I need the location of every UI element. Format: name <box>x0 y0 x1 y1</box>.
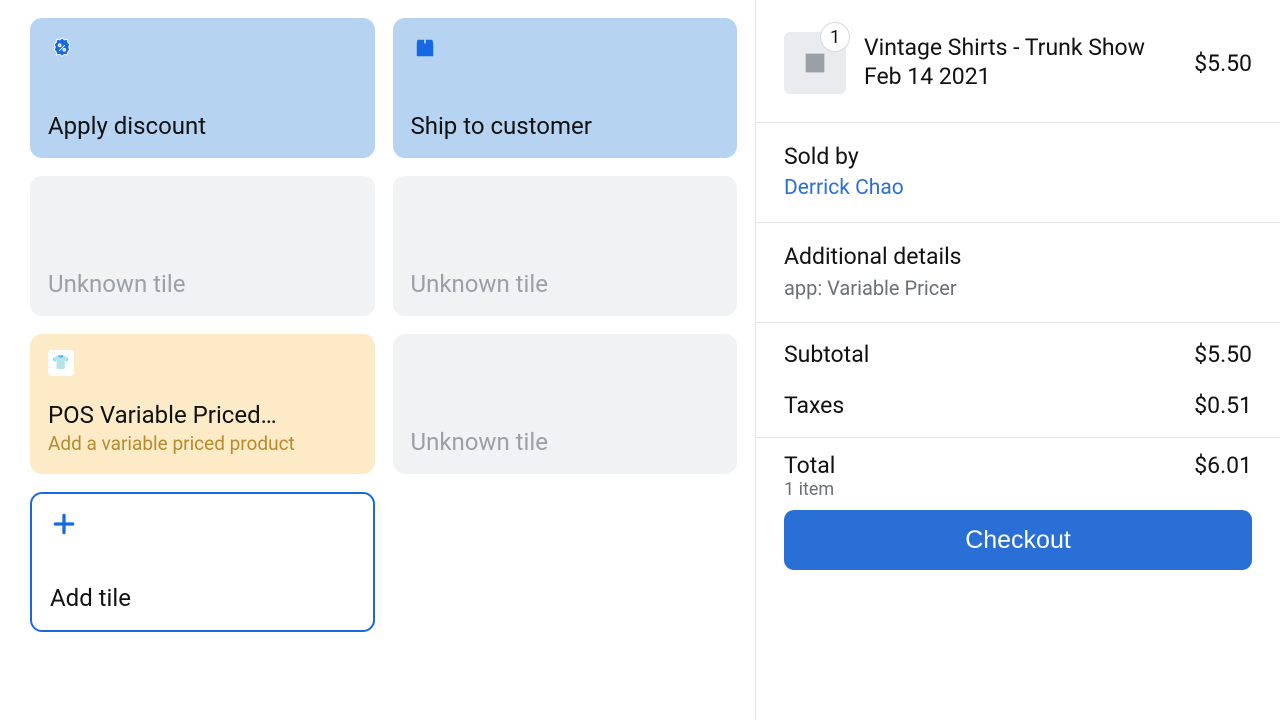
tile-label: Add tile <box>50 584 355 612</box>
app-icon: 👕 <box>48 350 74 376</box>
plus-icon <box>50 510 78 538</box>
tile-title: POS Variable Priced… <box>48 401 357 429</box>
checkout-button[interactable]: Checkout <box>784 510 1252 570</box>
staff-link[interactable]: Derrick Chao <box>784 176 1252 200</box>
tile-label: Ship to customer <box>411 112 720 140</box>
ship-to-customer-tile[interactable]: Ship to customer <box>393 18 738 158</box>
subtotal-row: Subtotal $5.50 <box>756 323 1280 386</box>
item-thumbnail: 1 <box>784 32 846 94</box>
tile-label: Unknown tile <box>411 428 720 456</box>
discount-icon <box>48 34 76 62</box>
unknown-tile[interactable]: Unknown tile <box>393 176 738 316</box>
taxes-value: $0.51 <box>1194 392 1252 419</box>
additional-details-label: Additional details <box>784 243 1252 270</box>
tile-subtitle: Add a variable priced product <box>48 433 357 456</box>
item-price: $5.50 <box>1194 50 1252 77</box>
tile-label: Unknown tile <box>48 270 357 298</box>
cart-line-item[interactable]: 1 Vintage Shirts - Trunk Show Feb 14 202… <box>756 0 1280 123</box>
tile-grid: Apply discount Ship to customer Unknown … <box>0 0 755 720</box>
sold-by-section[interactable]: Sold by Derrick Chao <box>756 123 1280 223</box>
quantity-badge: 1 <box>820 22 850 52</box>
box-icon <box>411 34 439 62</box>
apply-discount-tile[interactable]: Apply discount <box>30 18 375 158</box>
tile-label: Unknown tile <box>411 270 720 298</box>
total-label: Total <box>784 452 835 479</box>
variable-priced-tile[interactable]: 👕 POS Variable Priced… Add a variable pr… <box>30 334 375 474</box>
taxes-row[interactable]: Taxes $0.51 <box>756 386 1280 437</box>
subtotal-value: $5.50 <box>1194 341 1252 368</box>
additional-details-value: app: Variable Pricer <box>784 276 1252 300</box>
subtotal-label: Subtotal <box>784 341 869 368</box>
taxes-label: Taxes <box>784 392 844 419</box>
unknown-tile[interactable]: Unknown tile <box>393 334 738 474</box>
additional-details-section[interactable]: Additional details app: Variable Pricer <box>756 223 1280 323</box>
total-row: Total 1 item $6.01 <box>756 437 1280 510</box>
add-tile-button[interactable]: Add tile <box>30 492 375 632</box>
total-value: $6.01 <box>1194 452 1252 479</box>
item-name: Vintage Shirts - Trunk Show Feb 14 2021 <box>864 34 1176 92</box>
total-items: 1 item <box>784 479 835 500</box>
tile-label: Apply discount <box>48 112 357 140</box>
sold-by-label: Sold by <box>784 143 1252 170</box>
cart-panel: 1 Vintage Shirts - Trunk Show Feb 14 202… <box>755 0 1280 720</box>
unknown-tile[interactable]: Unknown tile <box>30 176 375 316</box>
image-placeholder-icon <box>801 49 829 77</box>
